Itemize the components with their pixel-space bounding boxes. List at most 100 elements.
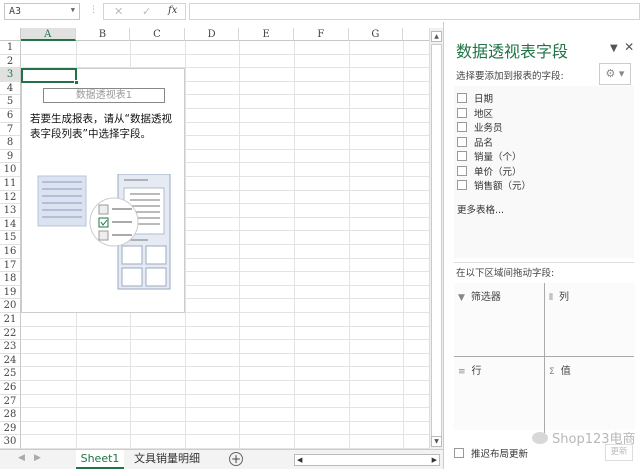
checkbox[interactable]	[454, 448, 464, 458]
row-header[interactable]: 13	[0, 204, 21, 218]
row-header[interactable]: 3	[0, 68, 21, 82]
field-item[interactable]: 销量（个）	[457, 151, 522, 165]
values-area[interactable]: Σ值	[545, 357, 635, 430]
row-header[interactable]: 9	[0, 149, 21, 164]
row-header[interactable]: 30	[0, 435, 21, 449]
defer-layout-update-checkbox[interactable]: 推迟布局更新	[454, 446, 528, 460]
gridline	[21, 393, 429, 395]
pivot-table-name: 数据透视表1	[43, 88, 165, 103]
row-header[interactable]: 18	[0, 272, 21, 286]
name-box[interactable]: A3 ▼	[4, 3, 80, 20]
pivot-fields-pane: 数据透视表字段 ▼ ✕ 选择要添加到报表的字段: ⚙ ▾ 更多表格... 日期地…	[443, 22, 640, 469]
layout-areas: ▼ 筛选器 ⦀ 列 ≡ 行 Σ值	[454, 283, 635, 433]
enter-icon[interactable]: ✓	[142, 5, 151, 18]
name-box-value: A3	[9, 6, 22, 17]
field-item[interactable]: 销售额（元）	[457, 180, 531, 194]
row-header[interactable]: 7	[0, 122, 21, 137]
sheet-tab-stationery[interactable]: 文具销量明细	[128, 450, 206, 469]
checkbox[interactable]	[457, 180, 467, 190]
filter-icon: ▼	[458, 293, 465, 303]
field-item[interactable]: 地区	[457, 107, 493, 122]
row-header[interactable]: 29	[0, 421, 21, 436]
row-header[interactable]: 6	[0, 109, 21, 123]
add-sheet-icon[interactable]: +	[229, 452, 243, 466]
field-item[interactable]: 日期	[457, 93, 493, 107]
field-item[interactable]: 单价（元）	[457, 165, 522, 180]
checkbox[interactable]	[457, 93, 467, 103]
row-header[interactable]: 27	[0, 394, 21, 409]
active-cell-cursor[interactable]	[21, 68, 79, 85]
row-header[interactable]: 28	[0, 408, 21, 422]
row-header[interactable]: 22	[0, 326, 21, 341]
checkbox[interactable]	[457, 165, 467, 176]
scroll-up-icon[interactable]: ▲	[431, 31, 442, 42]
scroll-right-icon[interactable]: ▶	[432, 456, 437, 464]
row-header[interactable]: 25	[0, 367, 21, 381]
row-header[interactable]: 2	[0, 54, 21, 69]
row-header[interactable]: 16	[0, 245, 21, 259]
divider	[544, 283, 545, 433]
pivot-table-placeholder[interactable]: 数据透视表1 若要生成报表，请从“数据透视表字段列表”中选择字段。	[21, 82, 185, 313]
checkbox[interactable]	[457, 151, 467, 161]
checkbox[interactable]	[457, 107, 467, 118]
row-header[interactable]: 1	[0, 41, 21, 55]
field-item[interactable]: 品名	[457, 136, 494, 151]
pivot-placeholder-top	[76, 68, 185, 83]
formula-input[interactable]	[189, 3, 640, 20]
row-header[interactable]: 20	[0, 299, 21, 313]
row-header[interactable]: 14	[0, 217, 21, 232]
column-header[interactable]: A	[21, 28, 76, 41]
row-header[interactable]: 8	[0, 136, 21, 150]
chevron-down-icon[interactable]: ▼	[71, 6, 75, 14]
row-header[interactable]: 19	[0, 285, 21, 300]
row-header[interactable]: 15	[0, 231, 21, 245]
vertical-scrollbar[interactable]: ▲ ▼	[429, 28, 443, 449]
row-header[interactable]: 21	[0, 313, 21, 327]
column-header[interactable]: E	[239, 28, 294, 41]
select-all-corner[interactable]	[0, 28, 21, 41]
row-header[interactable]: 12	[0, 190, 21, 205]
fill-handle[interactable]	[74, 80, 79, 85]
prev-sheet-icon[interactable]: ◀	[18, 453, 25, 463]
column-header[interactable]: B	[75, 28, 131, 41]
next-sheet-icon[interactable]: ▶	[34, 453, 41, 463]
sigma-icon: Σ	[549, 367, 555, 377]
scroll-left-icon[interactable]: ◀	[297, 456, 302, 464]
update-button[interactable]: 更新	[605, 444, 633, 461]
column-header[interactable]: G	[348, 28, 404, 41]
cancel-icon[interactable]: ✕	[114, 5, 123, 18]
row-header[interactable]: 5	[0, 95, 21, 109]
row-header[interactable]: 26	[0, 381, 21, 395]
divider	[454, 356, 634, 357]
pane-options-icon[interactable]: ▼	[610, 43, 618, 54]
row-header[interactable]: 4	[0, 81, 21, 96]
gridline	[294, 41, 295, 449]
insert-function-icon[interactable]: fx	[168, 5, 177, 16]
row-header[interactable]: 10	[0, 163, 21, 177]
field-label: 品名	[474, 137, 494, 149]
field-item[interactable]: 业务员	[457, 122, 503, 136]
rows-area[interactable]: ≡ 行	[454, 357, 544, 430]
column-header[interactable]: D	[184, 28, 240, 41]
scroll-down-icon[interactable]: ▼	[431, 436, 442, 447]
columns-area[interactable]: ⦀ 列	[545, 283, 635, 356]
filters-area[interactable]: ▼ 筛选器	[454, 283, 544, 356]
scroll-thumb[interactable]	[431, 44, 442, 442]
column-header[interactable]	[403, 28, 429, 41]
column-header[interactable]: F	[294, 28, 349, 41]
close-icon[interactable]: ✕	[624, 40, 634, 54]
sheet-tab-sheet1[interactable]: Sheet1	[76, 450, 124, 469]
row-header[interactable]: 24	[0, 353, 21, 368]
checkbox[interactable]	[457, 122, 467, 132]
gridline	[21, 325, 429, 327]
pane-subtitle: 选择要添加到报表的字段:	[456, 71, 564, 82]
more-tables-link[interactable]: 更多表格...	[457, 202, 504, 216]
row-header[interactable]: 17	[0, 258, 21, 273]
checkbox[interactable]	[457, 136, 467, 147]
formula-buttons: ✕ ✓ fx	[103, 3, 186, 20]
row-header[interactable]: 23	[0, 340, 21, 354]
row-header[interactable]: 11	[0, 177, 21, 191]
column-header[interactable]: C	[130, 28, 185, 41]
gear-icon[interactable]: ⚙ ▾	[599, 63, 631, 85]
horizontal-scrollbar[interactable]: ◀ ▶	[294, 454, 440, 466]
